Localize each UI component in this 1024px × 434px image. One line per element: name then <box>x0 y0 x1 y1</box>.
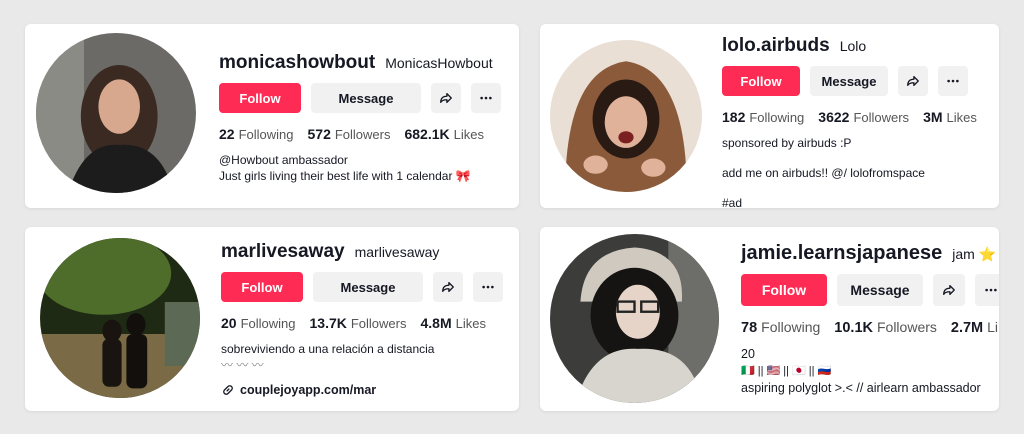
bio-line: #ad <box>722 196 743 208</box>
following-label: Following <box>238 127 294 142</box>
followers-label: Followers <box>876 319 937 335</box>
profile-card-lolo-airbuds: lolo.airbuds Lolo Follow Message 182 Foll… <box>540 24 999 208</box>
bio: sobreviviendo a una relación a distancia… <box>221 341 503 373</box>
following-label: Following <box>749 110 805 125</box>
follow-button[interactable]: Follow <box>221 272 303 302</box>
likes-stat: 2.7M Li <box>951 319 998 336</box>
follow-button[interactable]: Follow <box>219 83 301 113</box>
more-button[interactable] <box>471 83 501 113</box>
more-dots-icon <box>947 79 959 83</box>
likes-count: 2.7M <box>950 320 984 336</box>
following-stat[interactable]: 78 Following <box>741 319 820 336</box>
likes-stat: 682.1K Likes <box>404 126 484 142</box>
following-label: Following <box>240 316 296 331</box>
bio-line: 🇮🇹 || 🇺🇸 || 🇯🇵 || 🇷🇺 <box>741 365 832 377</box>
share-arrow-icon <box>440 92 452 104</box>
message-button[interactable]: Message <box>313 272 423 302</box>
username[interactable]: marlivesaway <box>221 241 345 263</box>
avatar[interactable] <box>36 33 196 193</box>
bio-link[interactable]: couplejoyapp.com/mar <box>221 383 503 397</box>
following-stat[interactable]: 20 Following <box>221 315 296 331</box>
avatar[interactable] <box>40 238 200 398</box>
username[interactable]: lolo.airbuds <box>722 35 830 57</box>
more-button[interactable] <box>975 274 999 306</box>
bio-line: sobreviviendo a una relación a distancia <box>221 342 435 356</box>
following-stat[interactable]: 22 Following <box>219 126 294 142</box>
bio: 20 🇮🇹 || 🇺🇸 || 🇯🇵 || 🇷🇺 aspiring polyglo… <box>741 346 999 397</box>
avatar[interactable] <box>550 234 719 403</box>
profile-info: marlivesaway marlivesaway Follow Message… <box>221 241 503 397</box>
bio: sponsored by airbuds :P add me on airbud… <box>722 135 977 208</box>
likes-stat: 3M Likes <box>923 109 977 125</box>
message-button[interactable]: Message <box>311 83 421 113</box>
follow-button[interactable]: Follow <box>741 274 827 306</box>
bio-line: add me on airbuds!! @/ lolofromspace <box>722 166 925 180</box>
more-dots-icon <box>482 285 494 289</box>
followers-label: Followers <box>853 110 910 125</box>
likes-label: Likes <box>453 127 484 142</box>
profile-info: monicashowbout MonicasHowbout Follow Mes… <box>219 52 501 184</box>
likes-count: 682.1K <box>404 126 450 142</box>
avatar[interactable] <box>550 40 702 192</box>
profile-info: jamie.learnsjapanese jam ⭐ Follow Messag… <box>741 242 999 397</box>
more-dots-icon <box>480 96 492 100</box>
username[interactable]: jamie.learnsjapanese <box>741 242 942 265</box>
following-label: Following <box>761 319 821 335</box>
likes-label: Li <box>987 319 999 335</box>
followers-label: Followers <box>350 316 407 331</box>
followers-label: Followers <box>334 127 391 142</box>
following-count: 22 <box>219 126 235 142</box>
nickname: Lolo <box>839 38 867 54</box>
following-count: 78 <box>741 320 758 336</box>
bio-line: sponsored by airbuds :P <box>722 136 852 150</box>
bio-line: @Howbout ambassador <box>219 153 348 167</box>
follow-button[interactable]: Follow <box>722 66 800 96</box>
following-count: 182 <box>722 109 746 125</box>
followers-stat[interactable]: 572 Followers <box>308 126 391 142</box>
bio-line: aspiring polyglot >.< // airlearn ambass… <box>741 381 981 395</box>
followers-count: 13.7K <box>309 315 347 331</box>
followers-count: 3622 <box>818 109 850 125</box>
bio: @Howbout ambassador Just girls living th… <box>219 152 501 184</box>
message-button[interactable]: Message <box>837 274 923 306</box>
likes-count: 4.8M <box>420 315 452 331</box>
username[interactable]: monicashowbout <box>219 52 375 74</box>
share-button[interactable] <box>933 274 965 306</box>
bio-line: 〰 〰 〰 <box>221 358 264 372</box>
followers-stat[interactable]: 10.1K Followers <box>834 319 937 336</box>
nickname: marlivesaway <box>354 244 440 260</box>
likes-label: Likes <box>455 316 486 331</box>
profile-info: lolo.airbuds Lolo Follow Message 182 Foll… <box>722 35 977 208</box>
share-button[interactable] <box>433 272 463 302</box>
message-button[interactable]: Message <box>810 66 888 96</box>
followers-count: 572 <box>307 126 331 142</box>
profile-card-marlivesaway: marlivesaway marlivesaway Follow Message… <box>25 227 519 411</box>
share-arrow-icon <box>943 284 955 296</box>
likes-label: Likes <box>946 110 977 125</box>
likes-stat: 4.8M Likes <box>420 315 485 331</box>
nickname: MonicasHowbout <box>385 55 493 71</box>
share-arrow-icon <box>442 281 454 293</box>
link-text[interactable]: couplejoyapp.com/mar <box>240 383 376 397</box>
profile-card-jamie-learnsjapanese: jamie.learnsjapanese jam ⭐ Follow Messag… <box>540 227 999 411</box>
following-count: 20 <box>221 315 237 331</box>
more-button[interactable] <box>938 66 968 96</box>
followers-count: 10.1K <box>834 320 873 336</box>
bio-line: 20 <box>741 347 755 361</box>
share-button[interactable] <box>431 83 461 113</box>
bio-line: Just girls living their best life with 1… <box>219 169 471 183</box>
following-stat[interactable]: 182 Following <box>722 109 804 125</box>
link-icon <box>223 385 233 395</box>
followers-stat[interactable]: 13.7K Followers <box>310 315 407 331</box>
followers-stat[interactable]: 3622 Followers <box>818 109 909 125</box>
more-dots-icon <box>985 288 997 292</box>
likes-count: 3M <box>923 109 943 125</box>
profile-card-monicashowbout: monicashowbout MonicasHowbout Follow Mes… <box>25 24 519 208</box>
share-button[interactable] <box>898 66 928 96</box>
share-arrow-icon <box>907 75 919 87</box>
more-button[interactable] <box>473 272 503 302</box>
nickname: jam ⭐ <box>952 246 997 262</box>
